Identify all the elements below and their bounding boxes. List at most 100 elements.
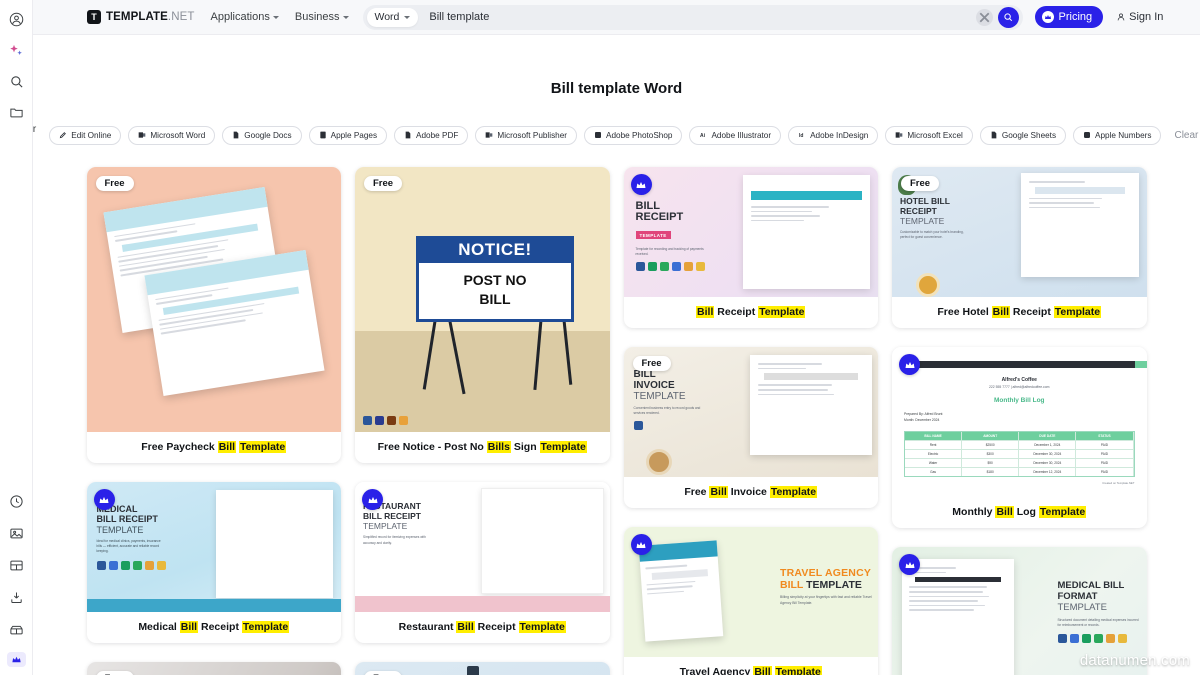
numbers-icon xyxy=(156,560,166,570)
filter-chip-apple-numbers[interactable]: Apple Numbers xyxy=(1073,125,1162,145)
sheets-icon xyxy=(120,560,130,570)
chevron-down-icon xyxy=(272,15,279,19)
account-icon[interactable] xyxy=(7,10,25,28)
filter-chip-google-sheets[interactable]: Google Sheets xyxy=(979,125,1067,145)
template-card-notice[interactable]: Free NOTICE! POST NO BILL Free Notice - … xyxy=(355,167,610,464)
doc-table-cell: December 30, 2024 xyxy=(1019,458,1077,467)
search-icon[interactable] xyxy=(7,72,25,90)
card-thumbnail: RESTAURANT BILL RECEIPT TEMPLATE Simplif… xyxy=(355,482,610,613)
signin-button[interactable]: Sign In xyxy=(1116,11,1163,23)
gift-icon[interactable] xyxy=(8,620,26,638)
art-text: MEDICAL BILL FORMAT TEMPLATE Structured … xyxy=(1057,581,1142,644)
image-icon[interactable] xyxy=(8,524,26,542)
title-text: Receipt xyxy=(474,621,519,634)
numbers-icon xyxy=(683,261,693,271)
filter-chip-list: Edit Online Microsoft Word Google Docs Appl… xyxy=(49,125,1162,145)
publisher-icon xyxy=(671,261,681,271)
doc-table-header-cell: AMOUNT xyxy=(962,431,1020,440)
clear-filter-button[interactable]: Clear filter xyxy=(1174,130,1200,141)
filter-chip-microsoft-excel[interactable]: Microsoft Excel xyxy=(885,125,973,145)
nav-applications[interactable]: Applications xyxy=(211,11,279,23)
filter-chip-adobe-pdf[interactable]: Adobe PDF xyxy=(394,125,469,145)
template-card-restaurant-receipt[interactable]: RESTAURANT BILL RECEIPT TEMPLATE Simplif… xyxy=(355,482,610,644)
card-title: Restaurant Bill Receipt Template xyxy=(355,612,610,643)
pricing-button[interactable]: Pricing xyxy=(1034,6,1104,28)
site-logo[interactable]: T TEMPLATE.NET xyxy=(87,10,195,24)
word-icon xyxy=(96,560,106,570)
numbers-icon xyxy=(1105,634,1115,644)
doc-table-cell: Rent xyxy=(905,440,963,449)
status-badge: Free xyxy=(632,356,671,372)
doc-preview xyxy=(481,488,604,595)
template-card-bill-invoice[interactable]: Free BILL INVOICE TEMPLATE Convenient bu… xyxy=(623,347,878,509)
history-icon[interactable] xyxy=(8,492,26,510)
status-badge: Free xyxy=(95,176,134,191)
download-icon[interactable] xyxy=(8,588,26,606)
template-card-monthly-log[interactable]: Alfred's Coffee 222 555 7777 | alfred@al… xyxy=(892,347,1147,529)
pages-icon xyxy=(319,131,327,139)
template-card-medical-receipt[interactable]: MEDICAL BILL RECEIPT TEMPLATE Ideal for … xyxy=(86,482,341,644)
template-card-bill-receipt[interactable]: BILL RECEIPT TEMPLATE Template for recor… xyxy=(623,167,879,329)
doc-header-band xyxy=(918,361,1147,369)
filter-chip-google-docs[interactable]: Google Docs xyxy=(222,125,302,145)
sign-top-text: NOTICE! xyxy=(416,235,574,263)
art-text: MEDICAL BILL RECEIPT TEMPLATE Ideal for … xyxy=(96,504,166,570)
template-card-hotel-receipt[interactable]: Free HOTEL BILL RECEIPT TEMPLATE Customi… xyxy=(892,167,1147,329)
rail-bottom-group xyxy=(0,492,33,667)
filter-chip-apple-pages[interactable]: Apple Pages xyxy=(308,125,388,145)
filter-chip-label: Google Sheets xyxy=(1001,130,1057,140)
search-input[interactable] xyxy=(418,4,976,30)
doc-table-cell: December 1, 2024 xyxy=(1019,440,1077,449)
doc-preview xyxy=(749,355,872,456)
format-selector[interactable]: Word xyxy=(366,7,419,27)
pages-icon xyxy=(695,261,705,271)
filter-chip-label: Adobe InDesign xyxy=(810,130,869,140)
template-card-travel-agency[interactable]: TRAVEL AGENCY BILL TEMPLATE Billing simp… xyxy=(623,527,878,675)
filter-chip-edit-online[interactable]: Edit Online xyxy=(49,125,122,145)
chevron-down-icon xyxy=(342,15,349,19)
card-thumbnail: TRAVEL AGENCY BILL TEMPLATE Billing simp… xyxy=(623,527,878,658)
title-text: Invoice xyxy=(727,486,770,499)
svg-text:Id: Id xyxy=(799,133,803,139)
publisher-icon xyxy=(485,131,493,139)
filter-chip-adobe-illustrator[interactable]: Ai Adobe Illustrator xyxy=(689,125,782,145)
art-tag: TEMPLATE xyxy=(635,231,671,240)
filter-chip-microsoft-word[interactable]: Microsoft Word xyxy=(128,125,216,145)
folder-icon[interactable] xyxy=(7,103,25,121)
card-thumbnail: Free xyxy=(86,662,341,675)
main-area: T TEMPLATE.NET Applications Business Wor… xyxy=(33,0,1200,675)
sheets-icon xyxy=(990,131,998,139)
title-highlight: Template xyxy=(238,441,287,453)
crown-icon[interactable] xyxy=(7,652,26,667)
template-card-paycheck[interactable]: Free Free Paycheck Bill Template xyxy=(86,167,341,464)
layout-icon[interactable] xyxy=(8,556,26,574)
svg-text:Ai: Ai xyxy=(700,133,706,139)
filter-chip-label: Adobe PhotoShop xyxy=(606,130,673,140)
filter-chip-label: Google Docs xyxy=(244,130,292,140)
art-title-3: TEMPLATE xyxy=(633,391,686,403)
signin-label: Sign In xyxy=(1129,11,1164,23)
art-title-1: TRAVEL AGENCY xyxy=(780,567,872,580)
notice-sign: NOTICE! POST NO BILL xyxy=(416,235,574,322)
status-badge: Free xyxy=(364,671,403,675)
doc-table-header-cell: DUE DATE xyxy=(1019,431,1077,440)
doc-table-cell: $2500 xyxy=(962,440,1020,449)
doc-heading: Monthly Bill Log xyxy=(993,397,1045,405)
card-title: Bill Receipt Template xyxy=(624,297,879,328)
doc-table-row: Water $90 December 30, 2024 PAID xyxy=(905,457,1134,467)
template-card-grey-partial[interactable]: Free xyxy=(86,662,341,675)
title-text: Receipt xyxy=(198,621,242,634)
art-text: HOTEL BILL RECEIPT TEMPLATE Customizable… xyxy=(900,196,970,241)
filter-chip-adobe-indesign[interactable]: Id Adobe InDesign xyxy=(788,125,879,145)
ai-sparkle-icon[interactable] xyxy=(7,41,25,59)
card-title: Free Hotel Bill Receipt Template xyxy=(892,297,1147,328)
search-submit-button[interactable] xyxy=(997,6,1019,28)
template-card-blue-partial[interactable]: Free xyxy=(355,662,610,675)
filter-chip-microsoft-publisher[interactable]: Microsoft Publisher xyxy=(475,125,577,145)
publisher-icon xyxy=(108,560,118,570)
close-icon[interactable] xyxy=(975,8,993,26)
nav-business[interactable]: Business xyxy=(295,11,349,23)
doc-contact: 222 555 7777 | alfred@alfredcoffee.com xyxy=(989,385,1050,390)
filter-chip-adobe-photoshop[interactable]: Adobe PhotoShop xyxy=(584,125,683,145)
title-highlight: Template xyxy=(518,621,566,634)
